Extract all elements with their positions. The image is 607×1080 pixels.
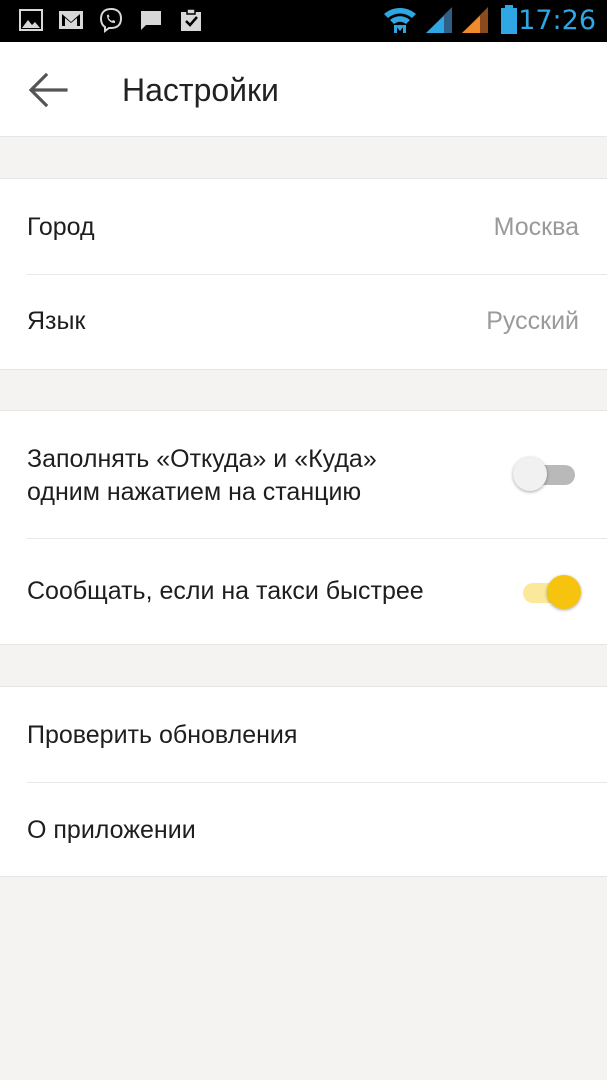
settings-screen: 17:26 Настройки Город Москва Язык Русски… xyxy=(0,0,607,1080)
gallery-icon xyxy=(18,7,44,38)
viber-icon xyxy=(98,7,124,38)
fill-stations-toggle[interactable] xyxy=(513,454,581,494)
language-value: Русский xyxy=(486,307,579,335)
taxi-faster-setting-row[interactable]: Сообщать, если на такси быстрее xyxy=(0,538,607,644)
about-group: Проверить обновления О приложении xyxy=(0,686,607,877)
city-label: Город xyxy=(27,213,95,241)
check-updates-label: Проверить обновления xyxy=(27,721,298,749)
fill-stations-label-line2: одним нажатием на станцию xyxy=(27,478,362,506)
toggle-settings-group: Заполнять «Откуда» и «Куда» одним нажати… xyxy=(0,410,607,645)
status-bar: 17:26 xyxy=(0,0,607,42)
about-app-row[interactable]: О приложении xyxy=(0,782,607,877)
battery-icon xyxy=(500,5,518,40)
general-settings-group: Город Москва Язык Русский xyxy=(0,178,607,370)
app-bar: Настройки xyxy=(0,42,607,137)
arrow-left-icon xyxy=(28,72,68,108)
fill-stations-setting-row[interactable]: Заполнять «Откуда» и «Куда» одним нажати… xyxy=(0,411,607,538)
fill-stations-label-line1: Заполнять «Откуда» и «Куда» xyxy=(27,445,377,473)
status-time: 17:26 xyxy=(518,5,596,36)
signal-sim2-icon xyxy=(460,6,490,39)
page-title: Настройки xyxy=(122,72,279,108)
back-button[interactable] xyxy=(12,55,82,125)
signal-sim1-icon xyxy=(424,6,454,39)
wifi-icon xyxy=(383,5,417,40)
toggle-thumb xyxy=(513,457,547,491)
taxi-faster-label: Сообщать, если на такси быстрее xyxy=(27,577,424,605)
language-setting-row[interactable]: Язык Русский xyxy=(0,274,607,369)
city-value: Москва xyxy=(493,213,579,241)
language-label: Язык xyxy=(27,307,86,335)
taxi-faster-toggle[interactable] xyxy=(519,572,581,612)
toggle-thumb xyxy=(547,575,581,609)
about-app-label: О приложении xyxy=(27,816,196,844)
city-setting-row[interactable]: Город Москва xyxy=(0,179,607,274)
clipboard-check-icon xyxy=(178,7,204,38)
gmail-icon xyxy=(58,7,84,38)
check-updates-row[interactable]: Проверить обновления xyxy=(0,687,607,782)
message-icon xyxy=(138,7,164,38)
